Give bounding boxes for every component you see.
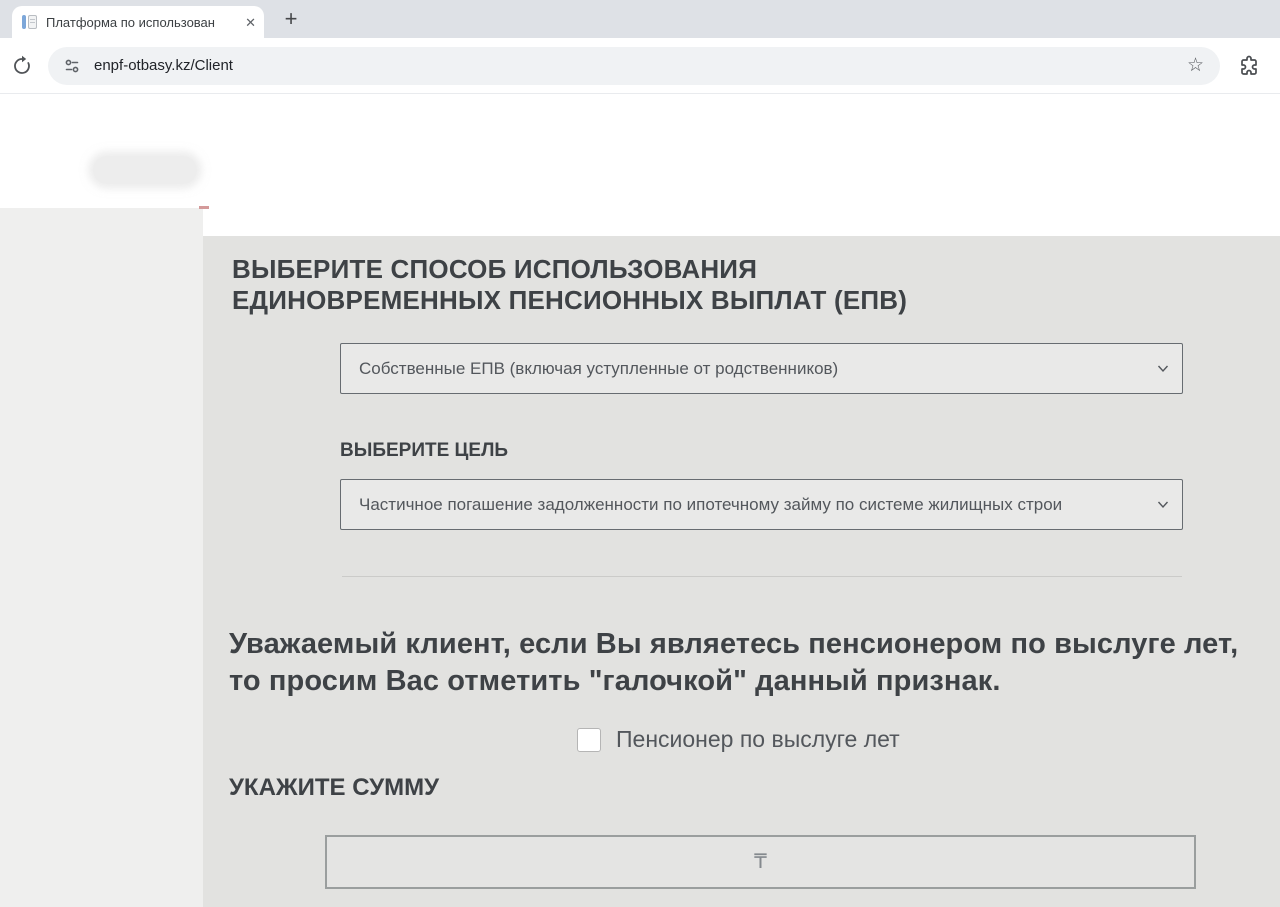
pensioner-checkbox[interactable] [577, 727, 601, 752]
chevron-down-icon [1157, 501, 1169, 509]
site-favicon-icon [22, 14, 38, 30]
browser-tab-strip: Платформа по использован ✕ + [0, 0, 1280, 38]
section-divider [342, 576, 1182, 577]
browser-tab[interactable]: Платформа по использован ✕ [12, 6, 264, 38]
amount-input[interactable] [325, 835, 1196, 889]
red-marker [199, 206, 209, 209]
page-title: ВЫБЕРИТЕ СПОСОБ ИСПОЛЬЗОВАНИЯ ЕДИНОВРЕМЕ… [232, 254, 907, 316]
goal-section-label: ВЫБЕРИТЕ ЦЕЛЬ [340, 440, 509, 461]
main-panel: ВЫБЕРИТЕ СПОСОБ ИСПОЛЬЗОВАНИЯ ЕДИНОВРЕМЕ… [203, 236, 1280, 907]
extensions-puzzle-icon[interactable] [1238, 54, 1262, 78]
tab-title: Платформа по использован [46, 14, 242, 30]
tab-close-icon[interactable]: ✕ [245, 16, 256, 29]
url-bar[interactable]: enpf-otbasy.kz/Client ☆ [48, 46, 1220, 85]
chevron-down-icon [1157, 365, 1169, 373]
epv-method-select[interactable]: Собственные ЕПВ (включая уступленные от … [340, 343, 1183, 394]
browser-toolbar: enpf-otbasy.kz/Client ☆ [0, 38, 1280, 94]
new-tab-button[interactable]: + [276, 5, 306, 35]
bookmark-star-icon[interactable]: ☆ [1187, 56, 1204, 75]
pensioner-checkbox-label: Пенсионер по выслуге лет [616, 726, 900, 752]
goal-select[interactable]: Частичное погашение задолженности по ипо… [340, 479, 1183, 530]
goal-select-value: Частичное погашение задолженности по ипо… [359, 494, 1063, 514]
pensioner-checkbox-row: Пенсионер по выслуге лет [577, 726, 900, 753]
site-navbar: | ВОПРОСЫ ОТВЕТЫ ПЕНСИОННЫЕ ВЫПЛАТЫ НАЦ.… [0, 130, 1280, 318]
user-name-redacted [93, 156, 197, 184]
pensioner-notice-text: Уважаемый клиент, если Вы являетесь пенс… [229, 628, 1239, 697]
site-settings-icon[interactable] [62, 56, 82, 76]
url-text[interactable]: enpf-otbasy.kz/Client [94, 57, 1187, 74]
epv-method-select-value: Собственные ЕПВ (включая уступленные от … [359, 358, 839, 378]
left-sidebar-strip [0, 208, 203, 907]
page-title-line1: ВЫБЕРИТЕ СПОСОБ ИСПОЛЬЗОВАНИЯ [232, 254, 758, 284]
page-title-line2: ЕДИНОВРЕМЕННЫХ ПЕНСИОННЫХ ВЫПЛАТ (ЕПВ) [232, 285, 908, 315]
reload-icon[interactable] [10, 54, 34, 78]
amount-section-label: УКАЖИТЕ СУММУ [229, 774, 440, 801]
